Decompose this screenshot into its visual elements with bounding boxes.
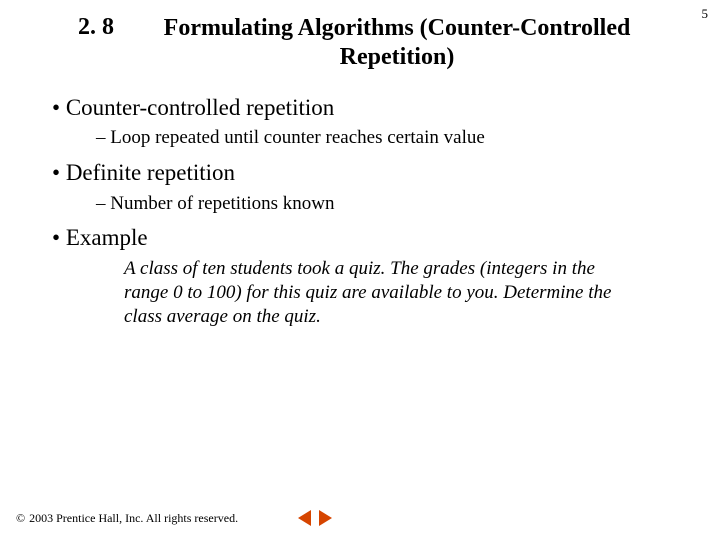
slide-header: 2. 8 Formulating Algorithms (Counter-Con… xyxy=(0,0,720,72)
bullet-item: Counter-controlled repetition xyxy=(52,94,680,123)
slide-footer: © 2003 Prentice Hall, Inc. All rights re… xyxy=(16,510,332,526)
copyright-icon: © xyxy=(16,511,25,526)
nav-arrows xyxy=(298,510,332,526)
sub-bullet-item: Loop repeated until counter reaches cert… xyxy=(96,126,680,151)
section-number: 2. 8 xyxy=(78,14,114,41)
copyright-text: 2003 Prentice Hall, Inc. All rights rese… xyxy=(29,511,238,526)
page-number: 5 xyxy=(702,6,709,22)
next-slide-icon[interactable] xyxy=(319,510,332,526)
copyright: © 2003 Prentice Hall, Inc. All rights re… xyxy=(16,511,238,526)
slide-title: Formulating Algorithms (Counter-Controll… xyxy=(144,14,690,72)
sub-bullet-item: Number of repetitions known xyxy=(96,192,680,217)
slide-content: Counter-controlled repetition Loop repea… xyxy=(0,72,720,329)
bullet-item: Definite repetition xyxy=(52,159,680,188)
example-text: A class of ten students took a quiz. The… xyxy=(124,257,620,328)
prev-slide-icon[interactable] xyxy=(298,510,311,526)
bullet-item: Example xyxy=(52,224,680,253)
